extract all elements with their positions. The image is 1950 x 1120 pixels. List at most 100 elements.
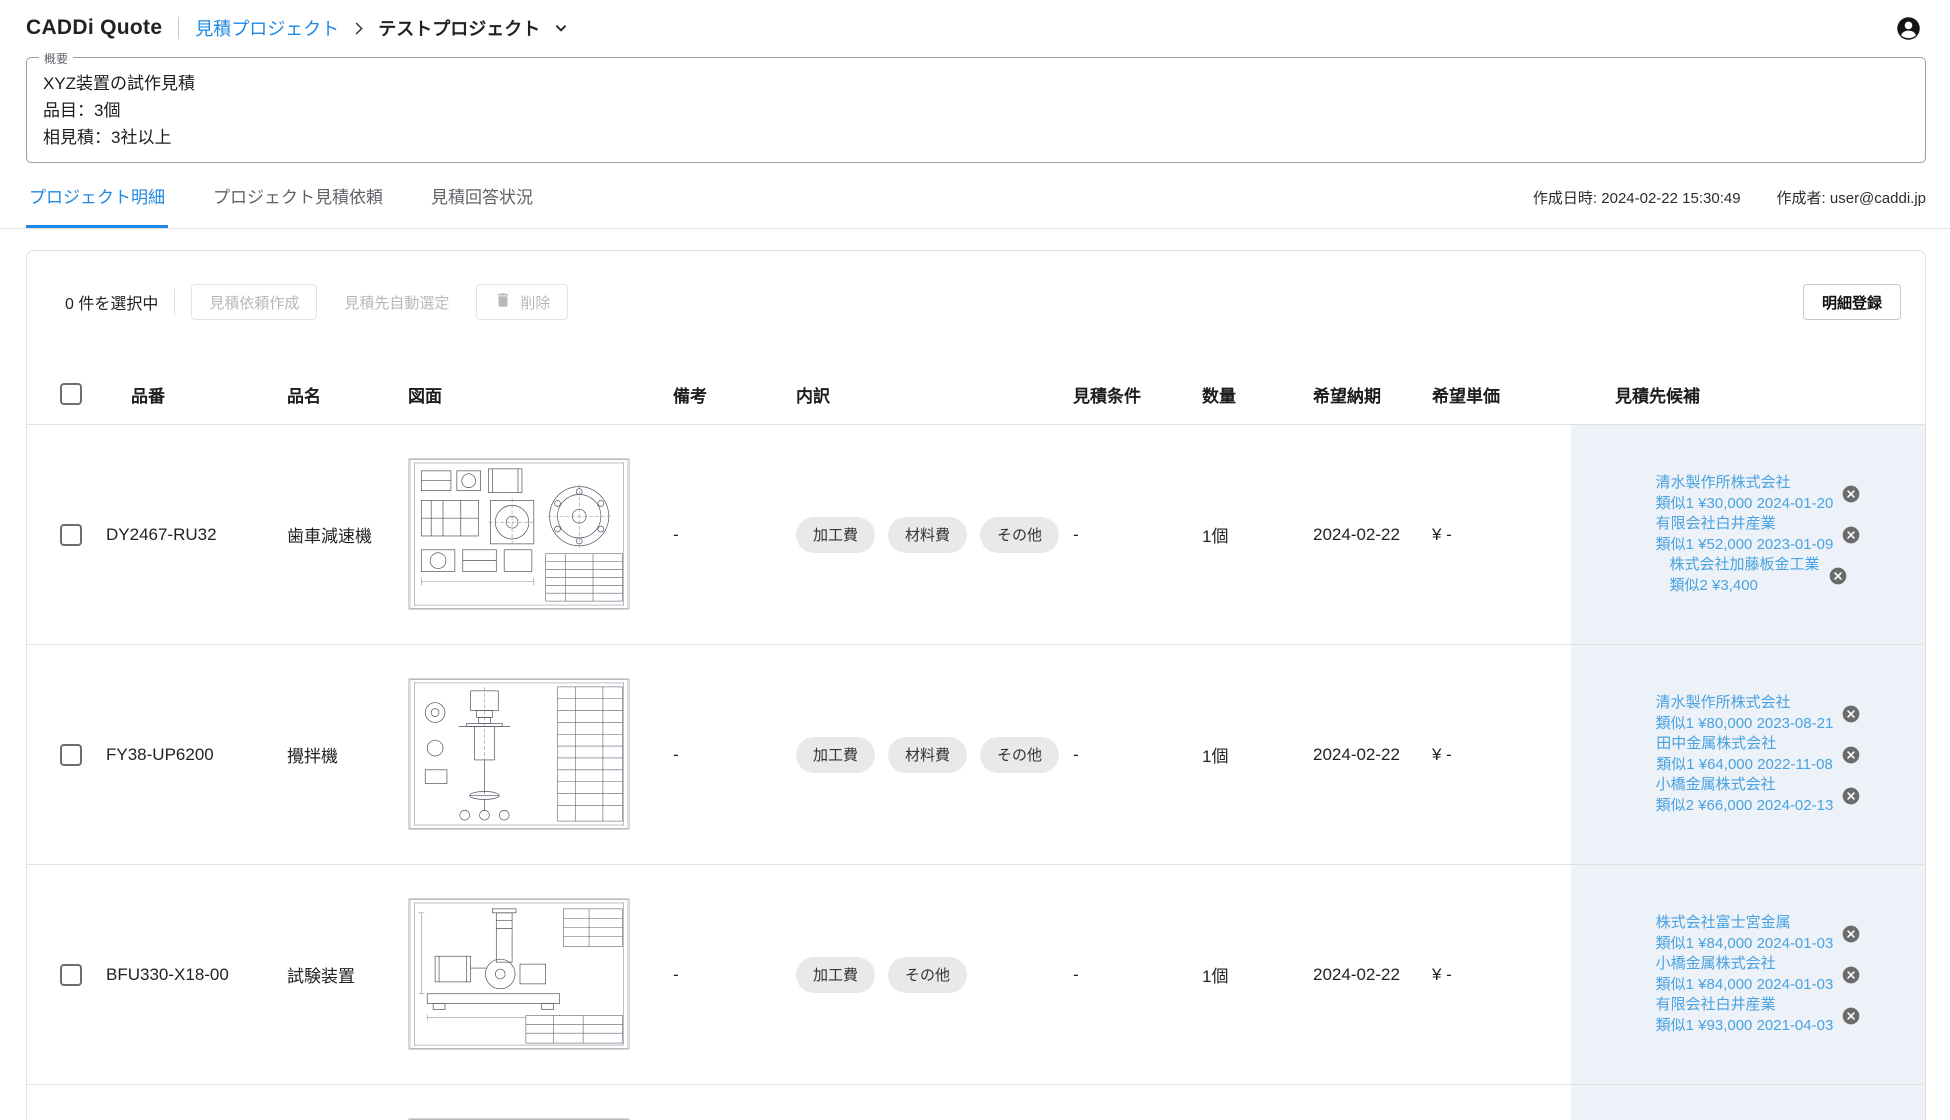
table-body: DY2467-RU32 歯車減速機 - 加工費材料費その他 - 1個 2024-… <box>27 425 1925 1120</box>
due-date-cell: 2024-02-22 <box>1313 425 1432 644</box>
candidate-text: 株式会社加藤板金工業類似2 ¥3,400 <box>1669 555 1819 596</box>
candidate-company-link[interactable]: 小橋金属株式会社 <box>1656 954 1834 975</box>
quantity-cell: 1個 <box>1202 425 1313 644</box>
quantity-cell <box>1202 1085 1313 1120</box>
select-all-checkbox[interactable] <box>60 383 82 405</box>
breadcrumb-projects-link[interactable]: 見積プロジェクト <box>195 15 339 41</box>
candidate-similar-quote[interactable]: 類似1 ¥64,000 2022-11-08 <box>1656 755 1833 776</box>
column-header-7: 希望納期 <box>1313 364 1432 424</box>
breakdown-chip: 加工費 <box>796 517 875 553</box>
candidate-company-link[interactable]: 株式会社富士宮金属 <box>1656 913 1834 934</box>
candidates-cell: 清水製作所株式会社類似1 ¥80,000 2023-08-21田中金属株式会社類… <box>1571 645 1925 864</box>
due-date-cell: 2024-02-22 <box>1313 645 1432 864</box>
quantity-cell: 1個 <box>1202 865 1313 1084</box>
part-number-cell: FY38-UP6200 <box>106 645 287 864</box>
overview-field[interactable]: 概要 XYZ装置の試作見積 品目：3個 相見積：3社以上 <box>26 57 1926 163</box>
row-checkbox[interactable] <box>60 744 82 766</box>
candidate-company-link[interactable]: 小橋金属株式会社 <box>1656 775 1834 796</box>
candidate-similar-quote[interactable]: 類似1 ¥84,000 2024-01-03 <box>1656 934 1834 955</box>
drawing-cell <box>408 1085 673 1120</box>
candidate-text: 小橋金属株式会社類似2 ¥66,000 2024-02-13 <box>1656 775 1834 816</box>
column-header-8: 希望単価 <box>1432 364 1571 424</box>
trash-icon <box>494 291 512 313</box>
candidate-entry: 清水製作所株式会社類似1 ¥30,000 2024-01-20 <box>1656 473 1862 514</box>
drawing-thumbnail[interactable] <box>408 458 630 610</box>
account-icon[interactable] <box>1895 15 1922 42</box>
candidate-similar-quote[interactable]: 類似1 ¥30,000 2024-01-20 <box>1656 494 1834 515</box>
tab-quote-response-status[interactable]: 見積回答状況 <box>428 183 536 228</box>
tabs-bar: プロジェクト明細プロジェクト見積依頼見積回答状況 作成日時: 2024-02-2… <box>0 163 1950 229</box>
remove-candidate-icon[interactable] <box>1841 786 1861 806</box>
breadcrumb-current-project: テストプロジェクト <box>378 15 540 41</box>
candidate-similar-quote[interactable]: 類似1 ¥80,000 2023-08-21 <box>1656 714 1834 735</box>
toolbar: 0 件を選択中 見積依頼作成 見積先自動選定 削除 明細登録 <box>65 284 1901 320</box>
candidate-text: 有限会社白井産業類似1 ¥93,000 2021-04-03 <box>1656 995 1834 1036</box>
candidate-entry: 有限会社白井産業類似1 ¥93,000 2021-04-03 <box>1656 995 1862 1036</box>
drawing-cell <box>408 425 673 644</box>
candidate-entry: 有限会社白井産業類似1 ¥52,000 2023-01-09 <box>1656 514 1862 555</box>
remove-candidate-icon[interactable] <box>1841 1006 1861 1026</box>
overview-label: 概要 <box>39 50 73 67</box>
candidate-company-link[interactable]: 清水製作所株式会社 <box>1656 693 1834 714</box>
create-quote-request-button[interactable]: 見積依頼作成 <box>191 284 317 320</box>
breakdown-chips <box>796 1085 1073 1120</box>
remove-candidate-icon[interactable] <box>1841 745 1861 765</box>
candidate-text: 小橋金属株式会社類似1 ¥84,000 2024-01-03 <box>1656 954 1834 995</box>
quantity-cell: 1個 <box>1202 645 1313 864</box>
candidate-company-link[interactable]: 株式会社加藤板金工業 <box>1669 555 1819 576</box>
candidate-similar-quote[interactable]: 類似1 ¥52,000 2023-01-09 <box>1656 535 1834 556</box>
column-header-4: 内訳 <box>796 364 1073 424</box>
breakdown-chip: 加工費 <box>796 737 875 773</box>
candidate-company-link[interactable]: 田中金属株式会社 <box>1656 734 1833 755</box>
remarks-cell <box>673 1085 796 1120</box>
breakdown-chip: その他 <box>980 737 1059 773</box>
candidate-entry: 小橋金属株式会社類似2 ¥66,000 2024-02-13 <box>1656 775 1862 816</box>
row-checkbox[interactable] <box>60 964 82 986</box>
candidate-text: 清水製作所株式会社類似1 ¥80,000 2023-08-21 <box>1656 693 1834 734</box>
candidate-text: 株式会社富士宮金属類似1 ¥84,000 2024-01-03 <box>1656 913 1834 954</box>
column-header-5: 見積条件 <box>1073 364 1202 424</box>
tab-project-details[interactable]: プロジェクト明細 <box>26 183 168 228</box>
drawing-cell <box>408 865 673 1084</box>
remove-candidate-icon[interactable] <box>1841 704 1861 724</box>
remove-candidate-icon[interactable] <box>1841 484 1861 504</box>
candidate-similar-quote[interactable]: 類似1 ¥93,000 2021-04-03 <box>1656 1016 1834 1037</box>
tab-project-quote-requests[interactable]: プロジェクト見積依頼 <box>210 183 386 228</box>
creator-label: 作成者: user@caddi.jp <box>1777 187 1926 208</box>
chevron-down-icon[interactable] <box>550 17 572 39</box>
app-logo: CADDi Quote <box>26 16 162 40</box>
candidate-similar-quote[interactable]: 類似1 ¥84,000 2024-01-03 <box>1656 975 1834 996</box>
column-header-6: 数量 <box>1202 364 1313 424</box>
remove-candidate-icon[interactable] <box>1841 965 1861 985</box>
chevron-right-icon <box>349 19 368 38</box>
row-select-cell <box>27 425 106 644</box>
row-select-cell <box>27 645 106 864</box>
candidate-similar-quote[interactable]: 類似2 ¥66,000 2024-02-13 <box>1656 796 1834 817</box>
candidate-entry: 田中金属株式会社類似1 ¥64,000 2022-11-08 <box>1656 734 1861 775</box>
drawing-cell <box>408 645 673 864</box>
register-details-button[interactable]: 明細登録 <box>1803 284 1901 320</box>
candidate-company-link[interactable]: 清水製作所株式会社 <box>1656 473 1834 494</box>
created-at-label: 作成日時: 2024-02-22 15:30:49 <box>1533 187 1741 208</box>
part-name-cell <box>287 1085 408 1120</box>
remove-candidate-icon[interactable] <box>1828 566 1848 586</box>
candidate-similar-quote[interactable]: 類似2 ¥3,400 <box>1669 576 1819 597</box>
row-checkbox[interactable] <box>60 524 82 546</box>
auto-select-suppliers-button[interactable]: 見積先自動選定 <box>327 284 466 320</box>
column-header-2: 図面 <box>408 364 673 424</box>
remarks-cell: - <box>673 645 796 864</box>
remove-candidate-icon[interactable] <box>1841 525 1861 545</box>
project-meta: 作成日時: 2024-02-22 15:30:49 作成者: user@cadd… <box>1533 187 1926 228</box>
candidate-company-link[interactable]: 有限会社白井産業 <box>1656 514 1834 535</box>
table-row: FY38-UP6200 攪拌機 - 加工費材料費その他 - 1個 2024-02… <box>27 645 1925 865</box>
row-select-cell <box>27 1085 106 1120</box>
drawing-thumbnail[interactable] <box>408 898 630 1050</box>
candidate-company-link[interactable]: 有限会社白井産業 <box>1656 995 1834 1016</box>
unit-price-cell: ¥ - <box>1432 865 1571 1084</box>
drawing-thumbnail[interactable] <box>408 678 630 830</box>
delete-button-label: 削除 <box>520 292 550 313</box>
part-number-cell: DY2467-RU32 <box>106 425 287 644</box>
delete-button[interactable]: 削除 <box>476 284 568 320</box>
table-header-row: 品番品名図面備考内訳見積条件数量希望納期希望単価見積先候補 <box>27 364 1925 425</box>
remove-candidate-icon[interactable] <box>1841 924 1861 944</box>
